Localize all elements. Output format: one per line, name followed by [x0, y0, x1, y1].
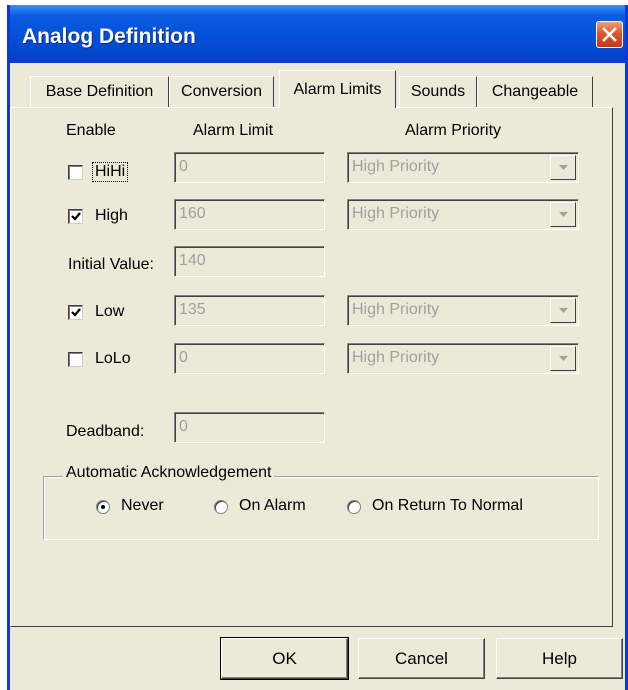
close-icon — [602, 27, 617, 42]
help-label: Help — [542, 648, 577, 668]
lolo-limit-input[interactable]: 0 — [174, 343, 325, 374]
tab-label: Changeable — [491, 83, 579, 100]
hihi-label: HiHi — [91, 162, 129, 182]
low-label: Low — [95, 303, 125, 320]
tab-sounds[interactable]: Sounds — [399, 76, 477, 107]
tab-label: Alarm Limits — [293, 80, 382, 98]
check-icon — [71, 308, 81, 317]
ok-button[interactable]: OK — [220, 637, 349, 680]
help-button[interactable]: Help — [496, 638, 623, 679]
ok-label: OK — [272, 648, 297, 668]
low-limit-input[interactable]: 135 — [174, 295, 325, 326]
window-title: Analog Definition — [22, 25, 196, 48]
header-alarm-priority: Alarm Priority — [405, 122, 502, 139]
high-limit-input[interactable]: 160 — [174, 199, 325, 230]
high-label: High — [95, 207, 128, 224]
hihi-checkbox[interactable] — [68, 165, 83, 180]
hihi-priority-value: High Priority — [352, 158, 440, 175]
tab-base-definition[interactable]: Base Definition — [30, 76, 169, 107]
high-priority-value: High Priority — [352, 205, 440, 222]
close-button[interactable] — [596, 21, 623, 48]
radio-on-return-to-normal[interactable] — [347, 500, 361, 514]
header-alarm-limit: Alarm Limit — [193, 122, 274, 139]
low-priority-select[interactable]: High Priority — [347, 295, 579, 326]
radio-on-alarm-label: On Alarm — [239, 497, 306, 514]
radio-selected-dot — [101, 505, 105, 509]
lolo-label: LoLo — [95, 350, 131, 367]
radio-on-alarm[interactable] — [214, 500, 228, 514]
initial-value-input[interactable]: 140 — [174, 246, 325, 277]
initial-value-label: Initial Value: — [68, 256, 154, 273]
chevron-down-icon[interactable] — [550, 298, 576, 323]
tab-conversion[interactable]: Conversion — [169, 76, 274, 107]
deadband-label: Deadband: — [66, 423, 145, 440]
high-checkbox[interactable] — [68, 209, 83, 224]
cancel-button[interactable]: Cancel — [358, 638, 485, 679]
cancel-label: Cancel — [395, 648, 448, 668]
hihi-limit-input[interactable]: 0 — [174, 152, 325, 183]
radio-on-return-label: On Return To Normal — [372, 497, 523, 514]
header-enable: Enable — [66, 122, 116, 139]
tab-label: Conversion — [181, 83, 262, 100]
lolo-checkbox[interactable] — [68, 352, 83, 367]
chevron-down-icon[interactable] — [550, 202, 576, 227]
title-bar[interactable]: Analog Definition — [10, 5, 625, 63]
tab-label: Base Definition — [45, 83, 154, 100]
chevron-down-icon[interactable] — [550, 346, 576, 371]
tab-label: Sounds — [410, 83, 466, 100]
auto-ack-title: Automatic Acknowledgement — [63, 464, 275, 482]
lolo-priority-value: High Priority — [352, 349, 440, 366]
radio-never-label: Never — [121, 497, 164, 514]
hihi-priority-select[interactable]: High Priority — [347, 152, 579, 183]
check-icon — [71, 212, 81, 221]
tab-alarm-limits[interactable]: Alarm Limits — [279, 70, 396, 108]
low-checkbox[interactable] — [68, 305, 83, 320]
lolo-priority-select[interactable]: High Priority — [347, 343, 579, 374]
deadband-input[interactable]: 0 — [174, 412, 325, 443]
low-priority-value: High Priority — [352, 301, 440, 318]
tab-changeable[interactable]: Changeable — [477, 76, 593, 107]
high-priority-select[interactable]: High Priority — [347, 199, 579, 230]
radio-never[interactable] — [96, 500, 110, 514]
chevron-down-icon[interactable] — [550, 155, 576, 180]
